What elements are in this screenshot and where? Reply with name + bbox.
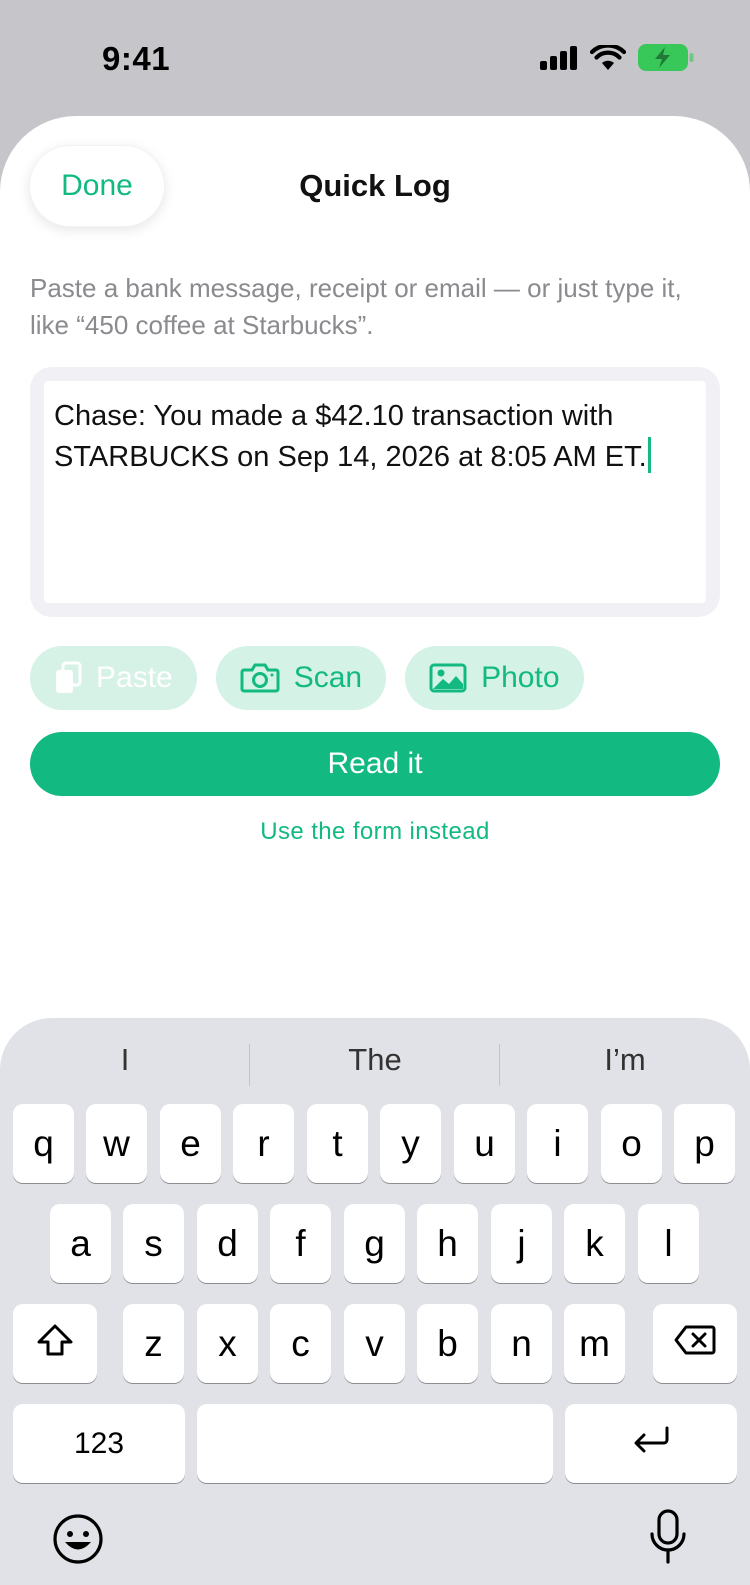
key-c[interactable]: c: [270, 1304, 331, 1383]
status-bar: 9:41: [0, 0, 750, 116]
scan-label: Scan: [293, 661, 363, 694]
screen: 9:41 Done Quick Log Paste a bank message…: [0, 0, 750, 1585]
microphone-icon: [648, 1509, 688, 1570]
key-d[interactable]: d: [197, 1204, 258, 1283]
paste-icon: [54, 661, 82, 695]
key-w[interactable]: w: [86, 1104, 147, 1183]
emoji-button[interactable]: [52, 1513, 104, 1570]
wifi-icon: [589, 43, 627, 76]
emoji-icon: [52, 1514, 104, 1569]
read-it-button[interactable]: Read it: [30, 732, 720, 796]
key-a[interactable]: a: [50, 1204, 111, 1283]
key-p[interactable]: p: [674, 1104, 735, 1183]
shift-icon: [36, 1323, 74, 1365]
key-n[interactable]: n: [491, 1304, 552, 1383]
dictation-button[interactable]: [648, 1508, 688, 1571]
key-m[interactable]: m: [564, 1304, 625, 1383]
key-l[interactable]: l: [638, 1204, 699, 1283]
status-time: 9:41: [102, 40, 171, 77]
key-j[interactable]: j: [491, 1204, 552, 1283]
paste-button[interactable]: Paste: [30, 646, 197, 710]
text-caret: [647, 437, 651, 473]
cellular-signal-icon: [540, 45, 578, 75]
scan-button[interactable]: Scan: [215, 646, 387, 710]
key-f[interactable]: f: [270, 1204, 331, 1283]
key-h[interactable]: h: [417, 1204, 478, 1283]
delete-key[interactable]: [653, 1304, 737, 1383]
key-u[interactable]: u: [454, 1104, 515, 1183]
key-b[interactable]: b: [417, 1304, 478, 1383]
key-k[interactable]: k: [564, 1204, 625, 1283]
key-r[interactable]: r: [233, 1104, 294, 1183]
message-input-value: Chase: You made a $42.10 transaction wit…: [54, 400, 647, 473]
space-key[interactable]: [197, 1404, 553, 1483]
suggestion-1[interactable]: I: [0, 1042, 250, 1078]
message-input[interactable]: Chase: You made a $42.10 transaction wit…: [44, 381, 706, 603]
key-e[interactable]: e: [160, 1104, 221, 1183]
keyboard: I The I’m q w e r t y u i o p a s d f g …: [0, 1018, 750, 1585]
message-input-container: Chase: You made a $42.10 transaction wit…: [30, 367, 720, 617]
status-icons: [540, 43, 694, 76]
return-icon: [631, 1425, 671, 1463]
key-t[interactable]: t: [307, 1104, 368, 1183]
paste-label: Paste: [96, 661, 173, 694]
photo-label: Photo: [481, 661, 560, 694]
photo-icon: [429, 663, 467, 693]
shift-key[interactable]: [13, 1304, 97, 1383]
suggestion-3[interactable]: I’m: [500, 1042, 750, 1078]
key-y[interactable]: y: [380, 1104, 441, 1183]
delete-icon: [674, 1325, 716, 1363]
suggestion-2[interactable]: The: [250, 1042, 500, 1078]
key-v[interactable]: v: [344, 1304, 405, 1383]
return-key[interactable]: [565, 1404, 737, 1483]
key-z[interactable]: z: [123, 1304, 184, 1383]
photo-button[interactable]: Photo: [405, 646, 584, 710]
numbers-key[interactable]: 123: [13, 1404, 185, 1483]
key-g[interactable]: g: [344, 1204, 405, 1283]
page-title: Quick Log: [299, 168, 451, 203]
hint-text: Paste a bank message, receipt or email —…: [30, 273, 682, 340]
key-s[interactable]: s: [123, 1204, 184, 1283]
key-q[interactable]: q: [13, 1104, 74, 1183]
use-form-link[interactable]: Use the form instead: [0, 818, 750, 846]
camera-icon: [240, 663, 280, 693]
key-i[interactable]: i: [527, 1104, 588, 1183]
battery-charging-icon: [638, 44, 694, 76]
key-x[interactable]: x: [197, 1304, 258, 1383]
key-o[interactable]: o: [601, 1104, 662, 1183]
suggestion-bar: I The I’m: [0, 1018, 750, 1108]
source-chip-row: Paste Scan Photo: [30, 646, 584, 710]
